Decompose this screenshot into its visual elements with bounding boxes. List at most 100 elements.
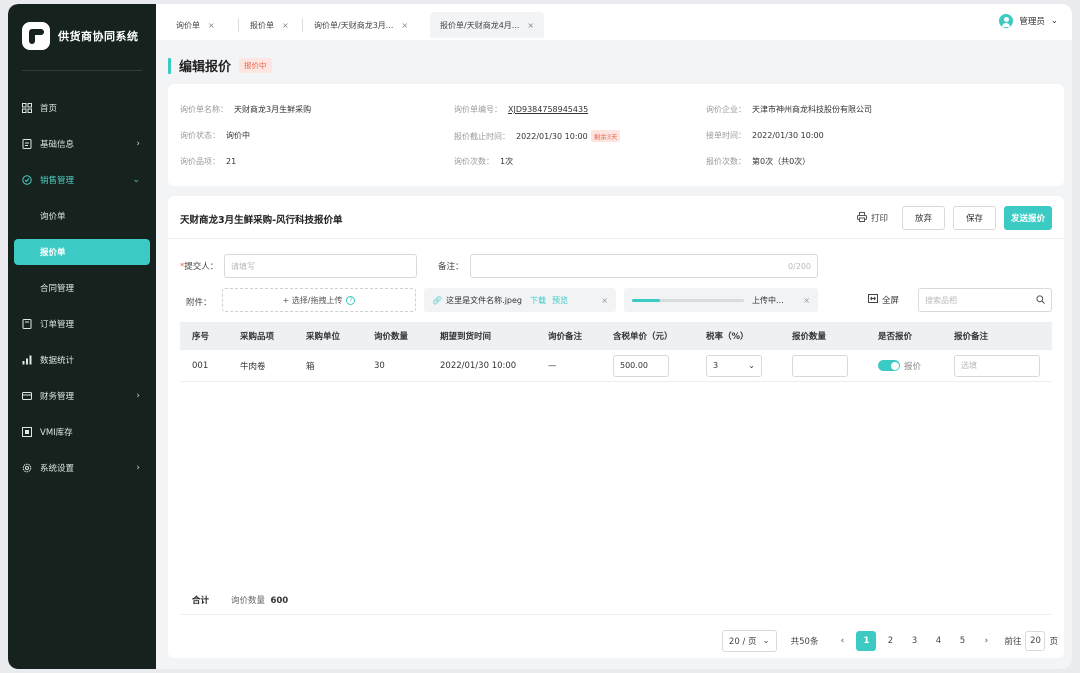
inventory-icon [22, 427, 32, 437]
info-field: 询价次数： 1次 [454, 156, 513, 167]
goto-page-input[interactable]: 20 [1025, 631, 1046, 651]
tab-label: 报价单/天财商龙4月... [440, 20, 520, 30]
cell-item: 牛肉卷 [240, 361, 266, 372]
sidebar-subitem-quotation[interactable]: 报价单 [14, 239, 150, 265]
user-menu[interactable]: 管理员 ⌄ [999, 14, 1058, 28]
preview-link[interactable]: 预览 [552, 295, 568, 306]
tab-quotation-detail[interactable]: 报价单/天财商龙4月... × [430, 12, 545, 38]
info-key: 询价品项： [180, 157, 220, 166]
info-field: 报价截止时间： 2022/01/30 10:00 剩余3天 [454, 130, 621, 142]
quote-remark-input[interactable]: 选填 [954, 354, 1040, 377]
quote-toggle[interactable] [878, 360, 900, 371]
logo: 供货商协同系统 [22, 22, 139, 50]
upload-dropzone[interactable]: + 选择/拖拽上传 ? [222, 288, 416, 312]
help-icon[interactable]: ? [346, 295, 356, 305]
sidebar-item-label: VMI库存 [40, 428, 73, 438]
divider [168, 238, 1064, 239]
total-count: 共50条 [790, 637, 819, 647]
print-button[interactable]: 打印 [856, 211, 888, 225]
remark-char-counter: 0/200 [787, 261, 811, 271]
sidebar-item-sales[interactable]: 销售管理 ⌄ [8, 162, 156, 198]
info-value: 天津市神州商龙科技股份有限公司 [752, 105, 872, 114]
chevron-right-icon: › [136, 139, 140, 149]
finance-icon [22, 391, 32, 401]
sidebar-item-finance[interactable]: 财务管理 › [8, 378, 156, 414]
info-value: 询价中 [226, 131, 250, 140]
sidebar-item-label: 订单管理 [40, 320, 75, 330]
search-icon[interactable] [1036, 294, 1045, 306]
chevron-down-icon: ⌄ [762, 636, 770, 646]
price-input[interactable]: 500.00 [613, 354, 669, 377]
page-size-value: 20 / 页 [728, 637, 757, 647]
sidebar-item-label: 财务管理 [40, 392, 75, 402]
sales-icon [22, 175, 32, 185]
close-icon[interactable]: × [527, 21, 534, 30]
remaining-days-tag: 剩余3天 [590, 130, 621, 142]
order-icon [22, 319, 32, 329]
tab-quotation[interactable]: 报价单 × [240, 12, 299, 38]
sidebar-item-label: 数据统计 [40, 356, 75, 366]
sidebar-subitem-inquiry[interactable]: 询价单 [8, 198, 156, 234]
info-key: 报价截止时间： [454, 131, 510, 141]
info-field: 报价次数： 第0次（共0次） [706, 156, 810, 167]
inquiry-number-link[interactable]: XJD9384758945435 [508, 105, 588, 114]
sidebar-item-statistics[interactable]: 数据统计 [8, 342, 156, 378]
sidebar-item-orders[interactable]: 订单管理 [8, 306, 156, 342]
page-title: 编辑报价 [179, 60, 232, 75]
page-size-select[interactable]: 20 / 页 ⌄ [721, 630, 777, 652]
sidebar-item-label: 基础信息 [40, 140, 75, 150]
submitter-input[interactable]: 请填写 [224, 254, 417, 278]
send-quotation-button[interactable]: 发送报价 [1003, 206, 1052, 230]
submitter-placeholder: 请填写 [231, 261, 255, 271]
search-input[interactable]: 搜索品相 [918, 288, 1052, 312]
info-value: 2022/01/30 10:00 [752, 131, 824, 140]
tab-separator [302, 18, 303, 32]
link-icon: 🔗︎ [432, 295, 443, 305]
close-icon[interactable]: × [208, 21, 215, 30]
quote-flag-cell: 报价 [878, 360, 921, 372]
chevron-down-icon: ⌄ [748, 361, 755, 370]
tax-rate-select[interactable]: 3 ⌄ [706, 354, 762, 377]
close-icon[interactable]: × [803, 296, 810, 305]
sidebar-item-vmi[interactable]: VMI库存 [8, 414, 156, 450]
info-key: 询价企业： [706, 105, 746, 114]
prev-page-icon[interactable]: ‹ [832, 631, 852, 651]
fullscreen-button[interactable]: 全屏 [868, 294, 899, 306]
page-1[interactable]: 1 [856, 631, 877, 651]
col-header: 报价数量 [792, 332, 827, 342]
page-4[interactable]: 4 [928, 631, 948, 651]
cell-qty: 30 [374, 360, 385, 371]
submitter-label-text: 提交人： [184, 262, 219, 272]
app-frame: 供货商协同系统 首页 基础信息 › 销售管理 ⌄ 询价单 报价单 合同管理 订单… [8, 4, 1072, 669]
tab-inquiry-detail[interactable]: 询价单/天财商龙3月... × [304, 12, 418, 38]
close-icon[interactable]: × [282, 21, 289, 30]
remark-input[interactable]: 0/200 [470, 254, 818, 278]
sidebar-subitem-contract[interactable]: 合同管理 [8, 270, 156, 306]
pagination: 20 / 页 ⌄ 共50条 ‹ 1 2 3 4 5 › 前往 20 页 [721, 630, 1058, 652]
tax-cell: 3 ⌄ [706, 354, 762, 377]
download-link[interactable]: 下载 [530, 295, 546, 306]
tab-label: 询价单/天财商龙3月... [314, 20, 394, 30]
quote-qty-input[interactable] [792, 354, 848, 377]
chevron-right-icon: › [136, 463, 140, 473]
tab-inquiry[interactable]: 询价单 × [166, 12, 225, 38]
sidebar-divider [22, 70, 142, 71]
sidebar-item-basic-info[interactable]: 基础信息 › [8, 126, 156, 162]
page-5[interactable]: 5 [952, 631, 972, 651]
chevron-down-icon: ⌄ [1050, 16, 1058, 26]
page-3[interactable]: 3 [904, 631, 924, 651]
quote-remark-cell: 选填 [954, 354, 1040, 377]
col-header: 含税单价（元） [613, 332, 673, 342]
sidebar-item-settings[interactable]: 系统设置 › [8, 450, 156, 486]
page-2[interactable]: 2 [880, 631, 900, 651]
close-icon[interactable]: × [401, 21, 408, 30]
sidebar-item-home[interactable]: 首页 [8, 90, 156, 126]
abandon-button[interactable]: 放弃 [901, 206, 945, 230]
save-button[interactable]: 保存 [952, 206, 996, 230]
cell-remark: — [548, 360, 557, 371]
close-icon[interactable]: × [601, 296, 608, 305]
chevron-right-icon: › [136, 391, 140, 401]
next-page-icon[interactable]: › [976, 631, 996, 651]
cell-date: 2022/01/30 10:00 [440, 360, 517, 371]
chevron-down-icon: ⌄ [132, 175, 140, 185]
